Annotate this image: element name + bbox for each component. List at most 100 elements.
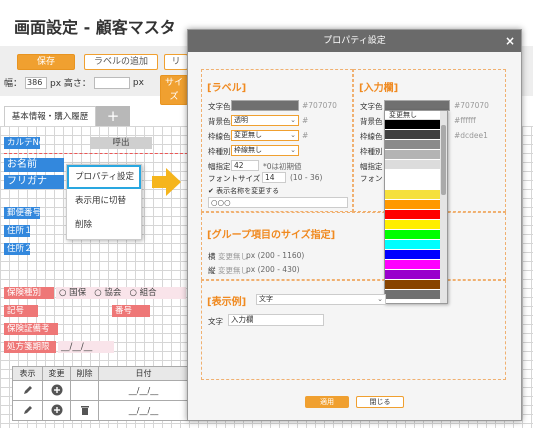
row-date-cell[interactable]: __/__/__ (98, 400, 189, 421)
palette-scrollbar[interactable] (440, 111, 447, 303)
arrow-right-icon (152, 168, 181, 196)
label-font-size-label: フォントサイズ (208, 174, 261, 183)
label-width-input[interactable]: 42 (231, 160, 259, 171)
label-bg-color-select[interactable]: 透明 ⌄ (231, 115, 299, 126)
group-size-title: [グループ項目のサイズ指定] (207, 230, 336, 241)
group-width-range: px (200 - 1160) (246, 251, 305, 260)
preview-input[interactable]: 入力欄 (228, 314, 324, 326)
insurance-option-kyokai[interactable]: ○ 協会 (94, 288, 121, 298)
palette-color-swatch[interactable] (385, 240, 440, 250)
palette-color-swatch[interactable] (385, 250, 440, 260)
height-label: px 高さ： (50, 79, 91, 89)
save-button[interactable]: 保存 (17, 54, 75, 70)
palette-color-swatch[interactable] (385, 210, 440, 220)
palette-color-swatch[interactable] (385, 180, 440, 190)
display-name-input[interactable]: ○○○ (208, 197, 348, 208)
size-button[interactable]: サイズ (160, 75, 188, 105)
row-delete-cell[interactable] (70, 380, 99, 401)
menu-item-switch-display[interactable]: 表示用に切替 (67, 189, 141, 213)
field-karte-no[interactable]: カルテNo (4, 137, 40, 149)
add-tab-button[interactable]: + (96, 106, 130, 126)
preview-select[interactable]: 文字 ⌄ (256, 294, 386, 305)
palette-color-swatch[interactable] (385, 120, 440, 130)
label-bg-hash: # (302, 116, 309, 125)
field-number[interactable]: 番号 (112, 305, 150, 317)
label-border-color-label: 枠線色 (208, 132, 231, 141)
close-icon[interactable]: × (505, 30, 515, 52)
menu-item-delete[interactable]: 削除 (67, 213, 141, 237)
label-section-title: [ラベル] (207, 83, 247, 94)
input-width-label: 幅指定 (360, 162, 383, 171)
width-label: 幅： (4, 79, 23, 89)
trash-icon[interactable] (70, 400, 99, 421)
field-insurance-type[interactable]: 保険種別 (4, 287, 54, 299)
field-address1[interactable]: 住所１ (4, 225, 30, 237)
input-text-color-label: 文字色 (360, 102, 383, 111)
color-palette-dropdown[interactable]: 変更無し (384, 110, 448, 304)
divider-line (4, 153, 188, 154)
close-button[interactable]: 閉じる (356, 396, 404, 408)
field-cert-note[interactable]: 保険証備考 (4, 323, 58, 335)
palette-color-swatch[interactable] (385, 220, 440, 230)
palette-color-swatch[interactable] (385, 150, 440, 160)
field-expiry[interactable]: 処方箋期限 (4, 341, 56, 353)
group-width-value[interactable]: 変更無し (218, 251, 248, 262)
edit-pencil-icon[interactable] (12, 400, 43, 421)
palette-color-swatch[interactable] (385, 140, 440, 150)
field-symbol[interactable]: 記号 (4, 305, 38, 317)
add-circle-icon[interactable] (42, 400, 71, 421)
label-border-color-select[interactable]: 変更無し ⌄ (231, 130, 299, 141)
field-address2[interactable]: 住所２ (4, 243, 30, 255)
palette-color-swatch[interactable] (385, 160, 440, 170)
field-zip[interactable]: 郵便番号 (4, 207, 40, 219)
palette-color-swatch[interactable] (385, 200, 440, 210)
label-text-color-label: 文字色 (208, 102, 231, 111)
label-text-color-swatch[interactable] (231, 100, 299, 111)
label-border-type-value: 枠線無し (234, 146, 262, 154)
history-table: 表示 変更 削除 日付 __/__/__ __/__/__ (12, 366, 189, 421)
insurance-options[interactable]: ○ 国保 ○ 協会 ○ 組合 (56, 287, 186, 299)
menu-item-property[interactable]: プロパティ設定 (67, 165, 141, 189)
width-input[interactable]: 386 (25, 76, 48, 89)
palette-color-swatch[interactable] (385, 130, 440, 140)
palette-item-no-change[interactable]: 変更無し (385, 111, 447, 120)
chevron-down-icon: ⌄ (290, 146, 296, 154)
field-furigana[interactable]: フリガナ (4, 175, 64, 189)
preview-section-title: [表示例] (207, 297, 247, 308)
call-button[interactable]: 呼出 (90, 137, 152, 149)
expiry-date-input[interactable]: __/__/__ (58, 341, 114, 353)
label-border-color-value: 変更無し (234, 131, 262, 139)
page-title: 画面設定 - 顧客マスタ (14, 18, 176, 37)
input-border-type-label: 枠種別 (360, 147, 383, 156)
add-label-button[interactable]: ラベルの追加 (84, 54, 158, 70)
input-border-hex: #dcdee1 (454, 131, 488, 140)
row-date-cell[interactable]: __/__/__ (98, 380, 189, 401)
palette-color-swatch[interactable] (385, 170, 440, 180)
palette-color-swatch[interactable] (385, 290, 440, 300)
field-name[interactable]: お名前 (4, 158, 64, 172)
tab-basic-info[interactable]: 基本情報・購入履歴 (4, 106, 96, 126)
palette-color-swatch[interactable] (385, 190, 440, 200)
group-height-value[interactable]: 変更無し (218, 265, 248, 276)
more-button[interactable]: リ (164, 54, 188, 70)
dialog-title: プロパティ設定 (323, 36, 386, 46)
apply-button[interactable]: 適用 (305, 396, 349, 408)
table-header-row: 表示 変更 削除 日付 (12, 366, 189, 381)
label-font-size-input[interactable]: 14 (262, 172, 286, 183)
palette-color-swatch[interactable] (385, 270, 440, 280)
scrollbar-thumb[interactable] (441, 125, 446, 195)
label-border-type-select[interactable]: 枠線無し ⌄ (231, 145, 299, 156)
header-display: 表示 (12, 366, 43, 381)
palette-color-swatch[interactable] (385, 260, 440, 270)
edit-pencil-icon[interactable] (12, 380, 43, 401)
label-border-hash: # (302, 131, 309, 140)
palette-color-swatch[interactable] (385, 230, 440, 240)
input-border-color-label: 枠線色 (360, 132, 383, 141)
insurance-option-kumiai[interactable]: ○ 組合 (129, 288, 156, 298)
display-name-checkbox[interactable]: ✔ 表示名称を変更する (208, 186, 279, 196)
insurance-option-kokuho[interactable]: ○ 国保 (59, 288, 86, 298)
palette-color-swatch[interactable] (385, 280, 440, 290)
input-text-color-hex: #707070 (454, 101, 489, 110)
height-input[interactable] (93, 76, 130, 89)
add-circle-icon[interactable] (42, 380, 71, 401)
